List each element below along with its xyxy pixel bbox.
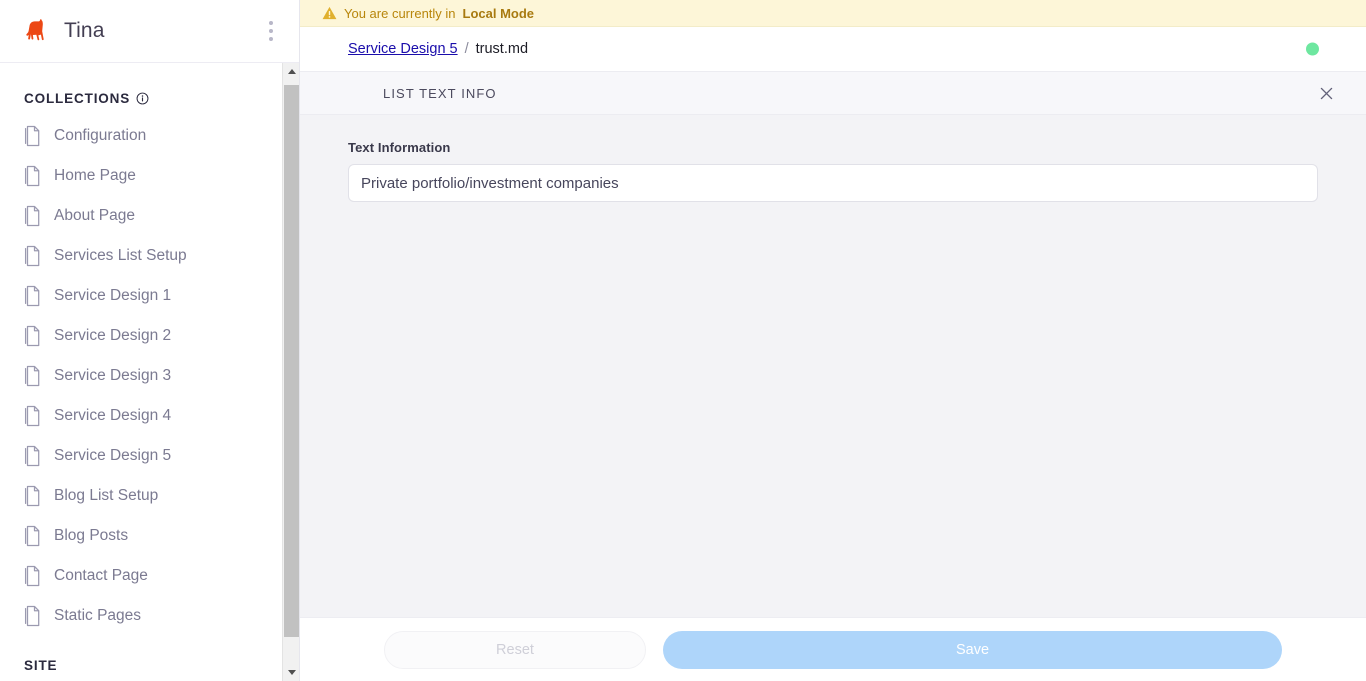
sidebar-item-static-pages[interactable]: Static Pages — [0, 596, 282, 636]
collections-section-title: COLLECTIONS — [0, 91, 282, 106]
document-icon — [24, 485, 42, 507]
tina-cms-app: Tina COLLECTIONS Configuration Home Page… — [0, 0, 1366, 681]
sidebar-item-service-design-4[interactable]: Service Design 4 — [0, 396, 282, 436]
sidebar-item-label: Contact Page — [54, 567, 148, 585]
sidebar-item-label: Blog List Setup — [54, 487, 159, 505]
breadcrumb-separator: / — [464, 41, 469, 57]
form-footer: Reset Save — [300, 617, 1366, 681]
sidebar-item-label: Service Design 3 — [54, 367, 172, 385]
document-icon — [24, 565, 42, 587]
site-label: SITE — [24, 658, 58, 673]
scroll-down-arrow-icon[interactable] — [283, 664, 299, 681]
sidebar-item-blog-list-setup[interactable]: Blog List Setup — [0, 476, 282, 516]
document-icon — [24, 525, 42, 547]
sidebar-nav: COLLECTIONS Configuration Home Page About … — [0, 63, 282, 681]
breadcrumb: Service Design 5 / trust.md — [348, 41, 528, 57]
form-body: Text Information — [300, 115, 1366, 617]
sidebar-item-service-design-3[interactable]: Service Design 3 — [0, 356, 282, 396]
sidebar-item-label: Service Design 1 — [54, 287, 172, 305]
collections-label: COLLECTIONS — [24, 91, 131, 106]
reset-button[interactable]: Reset — [384, 630, 646, 669]
sidebar: Tina COLLECTIONS Configuration Home Page… — [0, 0, 300, 681]
document-icon — [24, 125, 42, 147]
brand-title: Tina — [64, 19, 105, 42]
main-content: You are currently in Local Mode Service … — [300, 0, 1366, 681]
document-icon — [24, 285, 42, 307]
text-information-input[interactable] — [348, 164, 1318, 202]
site-section-title: SITE — [0, 658, 282, 673]
form-panel: LIST TEXT INFO Text Information Reset Sa… — [300, 72, 1366, 681]
sidebar-item-services-list-setup[interactable]: Services List Setup — [0, 236, 282, 276]
document-icon — [24, 605, 42, 627]
sidebar-body: COLLECTIONS Configuration Home Page About … — [0, 63, 299, 681]
close-x-icon[interactable] — [1314, 81, 1338, 105]
sync-status-dot — [1306, 42, 1319, 56]
kebab-menu-icon[interactable] — [259, 15, 283, 47]
text-information-label: Text Information — [348, 140, 451, 155]
sidebar-item-home-page[interactable]: Home Page — [0, 156, 282, 196]
sidebar-item-label: Service Design 4 — [54, 407, 172, 425]
document-icon — [24, 205, 42, 227]
document-icon — [24, 325, 42, 347]
document-icon — [24, 445, 42, 467]
sidebar-item-contact-page[interactable]: Contact Page — [0, 556, 282, 596]
sidebar-item-configuration[interactable]: Configuration — [0, 116, 282, 156]
sidebar-item-label: Home Page — [54, 167, 136, 185]
sidebar-item-about-page[interactable]: About Page — [0, 196, 282, 236]
form-header: LIST TEXT INFO — [300, 72, 1366, 115]
sidebar-item-service-design-2[interactable]: Service Design 2 — [0, 316, 282, 356]
document-icon — [24, 405, 42, 427]
banner-text: You are currently in — [344, 5, 456, 21]
sidebar-item-service-design-1[interactable]: Service Design 1 — [0, 276, 282, 316]
sidebar-item-blog-posts[interactable]: Blog Posts — [0, 516, 282, 556]
llama-logo-icon — [20, 14, 54, 48]
scroll-up-arrow-icon[interactable] — [283, 63, 299, 80]
sidebar-scrollbar[interactable] — [282, 63, 299, 681]
document-icon — [24, 165, 42, 187]
field-group-text-information: Text Information — [348, 140, 1318, 202]
sidebar-item-label: Services List Setup — [54, 247, 187, 265]
sidebar-item-label: Blog Posts — [54, 527, 129, 545]
form-title: LIST TEXT INFO — [383, 85, 497, 101]
collections-list: Configuration Home Page About Page Services… — [0, 116, 282, 636]
breadcrumb-bar: Service Design 5 / trust.md — [300, 27, 1366, 72]
sidebar-header: Tina — [0, 0, 299, 63]
document-icon — [24, 365, 42, 387]
sidebar-item-label: About Page — [54, 207, 136, 225]
breadcrumb-parent-link[interactable]: Service Design 5 — [348, 41, 458, 57]
sidebar-item-label: Configuration — [54, 127, 147, 145]
sidebar-item-service-design-5[interactable]: Service Design 5 — [0, 436, 282, 476]
sidebar-item-label: Static Pages — [54, 607, 142, 625]
sidebar-item-label: Service Design 5 — [54, 447, 172, 465]
local-mode-banner: You are currently in Local Mode — [300, 0, 1366, 27]
info-circle-icon[interactable] — [136, 92, 149, 105]
warning-triangle-icon — [322, 6, 337, 20]
banner-mode-label: Local Mode — [462, 5, 535, 21]
sidebar-scrollbar-thumb[interactable] — [284, 85, 299, 637]
sidebar-item-label: Service Design 2 — [54, 327, 172, 345]
document-icon — [24, 245, 42, 267]
save-button[interactable]: Save — [663, 630, 1282, 669]
breadcrumb-current-file: trust.md — [475, 41, 529, 57]
